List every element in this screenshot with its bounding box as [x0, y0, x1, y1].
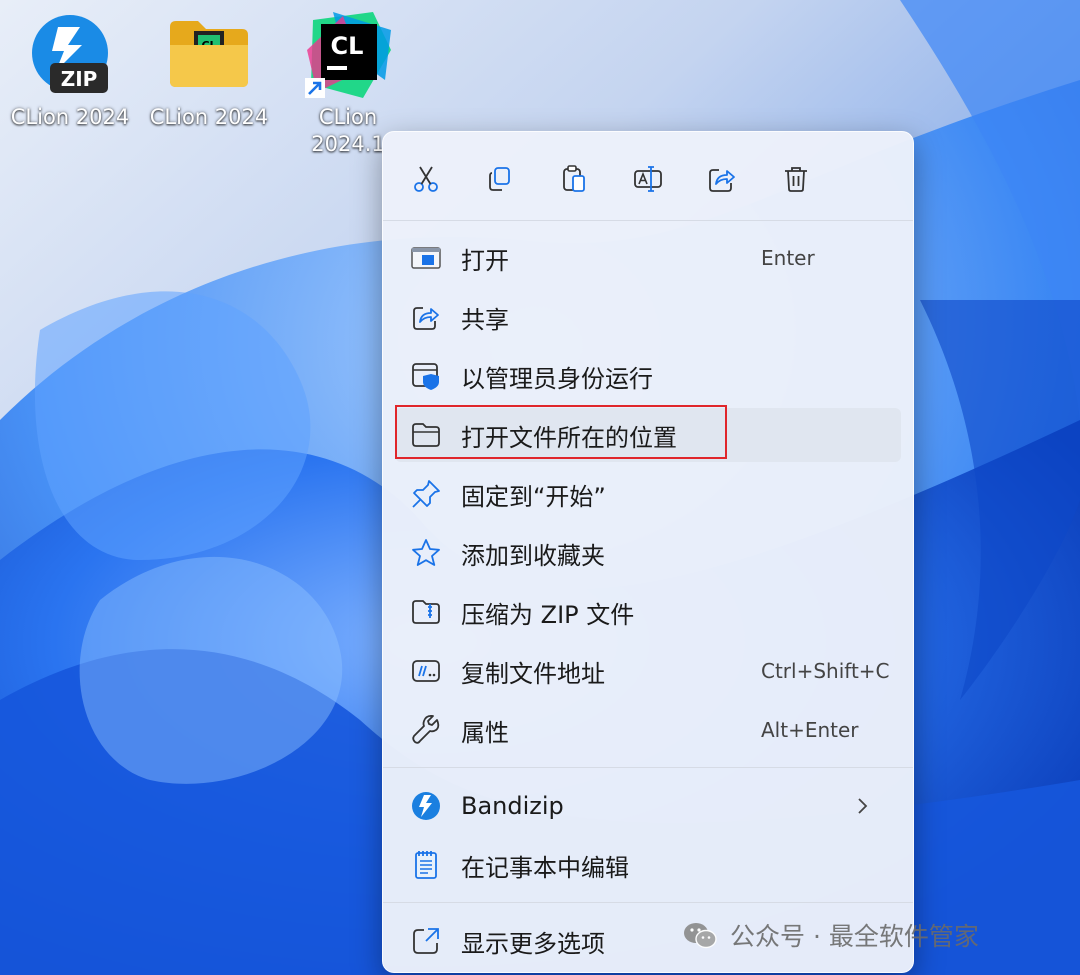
- menu-item-label: 复制文件地址: [461, 659, 605, 688]
- copy-button[interactable]: [478, 157, 522, 201]
- window-icon: [409, 241, 443, 275]
- menu-item-label: 显示更多选项: [461, 929, 605, 958]
- more-options-icon: [409, 924, 443, 958]
- menu-separator: [383, 767, 913, 768]
- menu-item-label: 打开文件所在的位置: [461, 423, 677, 452]
- watermark: 公众号 · 最全软件管家: [682, 915, 979, 955]
- star-icon: [409, 536, 443, 570]
- clion-app-icon: CL: [303, 10, 393, 100]
- menu-item-shortcut: Alt+Enter: [761, 718, 859, 742]
- bandizip-zip-file-icon: ZIP: [25, 10, 115, 100]
- scissors-icon: [414, 166, 438, 192]
- desktop-icon-label: CLion 2024: [149, 105, 269, 129]
- delete-button[interactable]: [774, 157, 818, 201]
- watermark-text: 公众号 · 最全软件管家: [730, 922, 979, 951]
- menu-item-properties[interactable]: 属性 Alt+Enter: [395, 703, 901, 757]
- notepad-icon: [409, 848, 443, 882]
- desktop-icon-clion-folder[interactable]: CL CLion 2024: [144, 10, 274, 130]
- menu-item-share[interactable]: 共享: [395, 290, 901, 344]
- menu-item-pin-to-start[interactable]: 固定到“开始”: [395, 467, 901, 521]
- menu-item-run-as-admin[interactable]: 以管理员身份运行: [395, 349, 901, 403]
- path-icon: [409, 654, 443, 688]
- pin-icon: [409, 477, 443, 511]
- desktop-icon-clion-zip[interactable]: ZIP CLion 2024: [5, 10, 135, 130]
- menu-item-label: Bandizip: [461, 792, 564, 820]
- menu-item-label: 属性: [461, 718, 509, 747]
- menu-item-shortcut: Enter: [761, 246, 815, 270]
- paste-button[interactable]: [552, 157, 596, 201]
- svg-text:ZIP: ZIP: [61, 67, 98, 91]
- trash-icon: [785, 167, 807, 192]
- context-menu-toolbar: [383, 132, 913, 220]
- copy-icon: [489, 167, 510, 191]
- cut-button[interactable]: [404, 157, 448, 201]
- rename-icon: [634, 166, 662, 192]
- menu-item-add-to-favorites[interactable]: 添加到收藏夹: [395, 526, 901, 580]
- menu-item-shortcut: Ctrl+Shift+C: [761, 659, 890, 683]
- share-icon: [709, 169, 735, 192]
- menu-item-label: 以管理员身份运行: [461, 364, 653, 393]
- desktop-icon-label: CLion 2024.1: [311, 105, 385, 156]
- menu-item-label: 添加到收藏夹: [461, 541, 605, 570]
- rename-button[interactable]: [626, 157, 670, 201]
- menu-item-edit-in-notepad[interactable]: 在记事本中编辑: [395, 838, 901, 892]
- wrench-icon: [409, 713, 443, 747]
- menu-item-bandizip[interactable]: Bandizip: [395, 779, 901, 833]
- chevron-right-icon: [858, 798, 868, 814]
- folder-icon: CL: [164, 10, 254, 100]
- context-menu: 打开 Enter 共享 以管理员身份运行 打开文件所在的位置 固定到“开始” 添…: [382, 131, 914, 973]
- menu-item-label: 共享: [461, 305, 509, 334]
- zip-folder-icon: [409, 595, 443, 629]
- folder-icon: [409, 418, 443, 452]
- menu-item-compress-zip[interactable]: 压缩为 ZIP 文件: [395, 585, 901, 639]
- menu-item-open-file-location[interactable]: 打开文件所在的位置: [395, 408, 901, 462]
- menu-item-label: 压缩为 ZIP 文件: [461, 600, 635, 629]
- svg-text:CL: CL: [331, 32, 364, 60]
- menu-item-open[interactable]: 打开 Enter: [395, 231, 901, 285]
- desktop-icon-label: CLion 2024: [10, 105, 130, 129]
- menu-item-label: 打开: [461, 246, 509, 275]
- menu-item-label: 固定到“开始”: [461, 482, 606, 511]
- bandizip-icon: [409, 789, 443, 823]
- menu-separator: [383, 902, 913, 903]
- share-button[interactable]: [700, 157, 744, 201]
- menu-item-label: 在记事本中编辑: [461, 853, 629, 882]
- menu-separator: [383, 220, 913, 221]
- shield-window-icon: [409, 359, 443, 393]
- paste-icon: [563, 165, 585, 192]
- menu-item-copy-path[interactable]: 复制文件地址 Ctrl+Shift+C: [395, 644, 901, 698]
- wechat-icon: [684, 923, 717, 949]
- share-icon: [409, 300, 443, 334]
